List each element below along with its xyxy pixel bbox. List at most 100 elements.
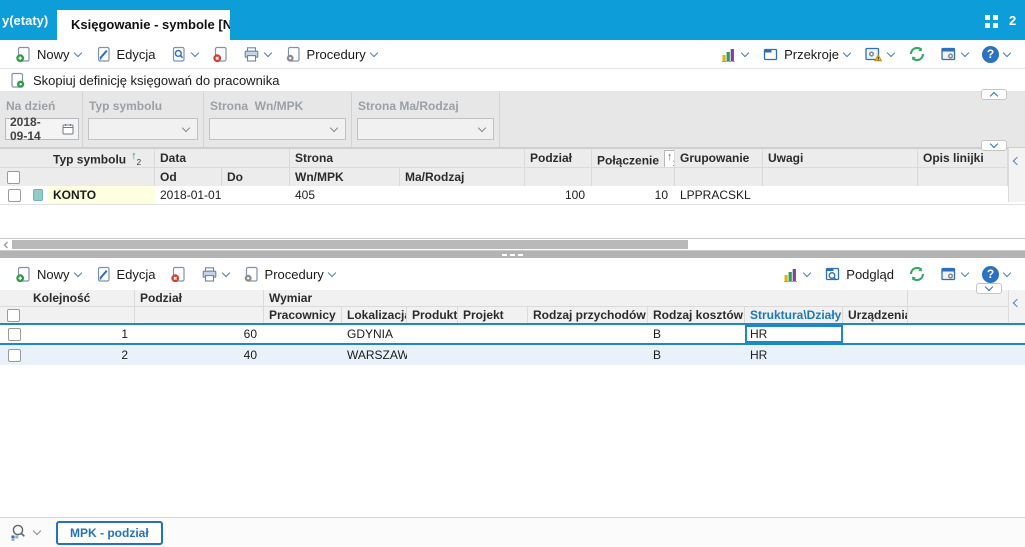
cell-lokalizacja[interactable]: WARSZAWA (342, 345, 407, 365)
chart-button[interactable] (775, 263, 817, 286)
col-produkty[interactable]: Produkty (407, 307, 458, 323)
delete-button[interactable] (205, 43, 236, 66)
table2-side-panel-toggle[interactable] (1008, 290, 1025, 322)
search-grid-icon[interactable] (9, 523, 28, 542)
tab-etaty[interactable]: y(etaty) (0, 13, 48, 28)
help-button[interactable]: ? (975, 43, 1017, 66)
chevron-down-icon[interactable] (803, 268, 812, 277)
new-button[interactable]: Nowy (8, 43, 88, 66)
cell-pracownicy[interactable] (264, 345, 342, 365)
cell-struktura-dzialy-focused[interactable]: HR (745, 325, 843, 343)
cell-produkty[interactable] (407, 325, 458, 343)
col-projekt[interactable]: Projekt (458, 307, 528, 323)
row-checkbox[interactable] (7, 327, 21, 341)
col-typ-symbolu[interactable]: Typ symbolu ↑ 2 (48, 149, 155, 167)
procedures-button[interactable]: Procedury (236, 263, 342, 286)
col-polaczenie[interactable]: Połączenie↑1 (592, 149, 675, 167)
print-button[interactable] (194, 263, 236, 286)
chevron-down-icon[interactable] (263, 48, 272, 57)
settings-warning-button[interactable] (857, 43, 901, 66)
procedures-button[interactable]: Procedury (278, 43, 384, 66)
new-button[interactable]: Nowy (8, 263, 88, 286)
chevron-down-icon[interactable] (886, 48, 896, 57)
cell-kolejnosc[interactable]: 1 (28, 325, 135, 343)
cell-kolejnosc[interactable]: 2 (28, 345, 135, 365)
strona-wn-select[interactable] (209, 118, 346, 140)
col-group-wymiar[interactable]: Wymiar (264, 290, 908, 306)
cell-pracownicy[interactable] (264, 325, 342, 343)
delete-button[interactable] (163, 263, 194, 286)
chevron-down-icon[interactable] (740, 48, 750, 57)
col-rodzaj-kosztow[interactable]: Rodzaj kosztów (648, 307, 745, 323)
cell-polaczenie[interactable]: 10 (592, 186, 675, 204)
chevron-down-icon[interactable] (221, 268, 230, 277)
cell-urzadzenia[interactable] (843, 325, 908, 343)
col-struktura-dzialy[interactable]: Struktura\Działy (745, 307, 843, 323)
filter-collapse-up-button[interactable] (981, 89, 1007, 101)
scroll-left-icon[interactable] (2, 241, 10, 249)
cell-wn-mpk[interactable]: 405 (290, 186, 400, 204)
col-group-data[interactable]: Data (155, 149, 290, 167)
print-button[interactable] (236, 43, 278, 66)
cell-podzial[interactable]: 40 (135, 345, 264, 365)
col-rodzaj-przychodow[interactable]: Rodzaj przychodów (528, 307, 648, 323)
chevron-down-icon[interactable] (842, 48, 852, 57)
col-uwagi[interactable]: Uwagi (763, 149, 918, 167)
chart-button[interactable] (713, 43, 755, 66)
grid2-collapse-button[interactable] (976, 282, 1002, 294)
grid-settings-button[interactable] (933, 263, 975, 286)
search-button[interactable] (163, 43, 205, 66)
preview-button[interactable]: Podgląd (817, 263, 901, 286)
cell-podzial[interactable]: 60 (135, 325, 264, 343)
row-checkbox[interactable] (7, 188, 21, 202)
col-wn-mpk[interactable]: Wn/MPK (290, 168, 400, 186)
chevron-down-icon[interactable] (32, 526, 42, 536)
typ-symbolu-select[interactable] (88, 118, 198, 140)
strona-ma-select[interactable] (357, 118, 494, 140)
table-row[interactable]: KONTO 2018-01-01 405 100 10 LPPRACSKL (0, 186, 1025, 205)
date-input[interactable]: 2018-09-14 (5, 115, 79, 143)
col-do[interactable]: Do (222, 168, 290, 186)
chevron-down-icon[interactable] (1002, 48, 1012, 57)
tab-ksiegowanie-symbole[interactable]: Księgowanie - symbole [Naz (57, 10, 230, 40)
chevron-down-icon[interactable] (73, 48, 82, 57)
cell-rodzaj-kosztow[interactable]: B (648, 325, 745, 343)
col-lokalizacja[interactable]: Lokalizacja (342, 307, 407, 323)
table-row-selected[interactable]: 1 60 GDYNIA B HR (0, 323, 1025, 345)
cell-struktura-dzialy[interactable]: HR (745, 345, 843, 365)
col-podzial[interactable]: Podział (135, 290, 264, 306)
row-checkbox[interactable] (7, 348, 21, 362)
cell-projekt[interactable] (458, 345, 528, 365)
col-od[interactable]: Od (155, 168, 222, 186)
cell-od[interactable]: 2018-01-01 (155, 186, 222, 204)
chevron-down-icon[interactable] (960, 48, 970, 57)
chevron-down-icon[interactable] (327, 268, 337, 277)
col-group-strona[interactable]: Strona (290, 149, 525, 167)
cell-projekt[interactable] (458, 325, 528, 343)
grid-menu-icon[interactable] (985, 15, 998, 28)
sections-button[interactable]: Przekroje (755, 43, 857, 66)
cell-grupowanie[interactable]: LPPRACSKL (675, 186, 763, 204)
panel-splitter[interactable] (0, 251, 1025, 258)
grid-settings-button[interactable] (933, 43, 975, 66)
col-podzial[interactable]: Podział (525, 149, 592, 167)
select-all-checkbox[interactable] (7, 170, 20, 184)
horizontal-scrollbar[interactable] (0, 238, 1025, 251)
cell-podzial[interactable]: 100 (525, 186, 592, 204)
col-urzadzenia[interactable]: Urządzenia (843, 307, 908, 323)
cell-produkty[interactable] (407, 345, 458, 365)
col-pracownicy[interactable]: Pracownicy (264, 307, 342, 323)
refresh-button[interactable] (901, 42, 933, 66)
scrollbar-thumb[interactable] (12, 240, 688, 249)
chevron-down-icon[interactable] (369, 48, 379, 57)
chevron-down-icon[interactable] (73, 268, 82, 277)
col-kolejnosc[interactable]: Kolejność (28, 290, 135, 306)
table-row[interactable]: 2 40 WARSZAWA B HR (0, 345, 1025, 365)
chevron-down-icon[interactable] (190, 48, 199, 57)
cell-rodzaj-przychodow[interactable] (528, 345, 648, 365)
cell-ma-rodzaj[interactable] (400, 186, 525, 204)
chevron-down-icon[interactable] (1002, 268, 1012, 277)
cell-typ-symbolu[interactable]: KONTO (48, 186, 155, 204)
cell-lokalizacja[interactable]: GDYNIA (342, 325, 407, 343)
cell-rodzaj-przychodow[interactable] (528, 325, 648, 343)
